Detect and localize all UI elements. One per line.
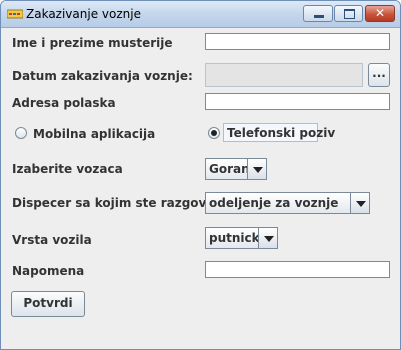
vozilo-dropdown-arrow[interactable] <box>258 227 278 249</box>
napomena-field[interactable] <box>205 261 390 278</box>
vozilo-select[interactable]: putnicki <box>205 227 278 249</box>
dispecer-label: Dispecer sa kojim ste razgovarali <box>12 196 237 210</box>
vozac-label: Izaberite vozaca <box>12 162 123 176</box>
vozac-dropdown-arrow[interactable] <box>247 158 267 180</box>
datum-label: Datum zakazivanja voznje: <box>12 69 193 83</box>
maximize-icon <box>344 9 355 19</box>
maximize-button[interactable] <box>334 5 363 22</box>
chevron-down-icon <box>253 167 263 173</box>
vozilo-label: Vrsta vozila <box>12 233 92 247</box>
minimize-button[interactable] <box>303 5 333 22</box>
napomena-label: Napomena <box>12 264 85 278</box>
vozac-select[interactable]: Goran <box>205 158 267 180</box>
vozac-select-value: Goran <box>209 162 250 176</box>
close-icon: ✕ <box>374 6 386 20</box>
title-bar[interactable]: Zakazivanje voznje ✕ <box>1 1 400 28</box>
window-title: Zakazivanje voznje <box>26 7 141 21</box>
mobilna-radio-label[interactable]: Mobilna aplikacija <box>33 127 155 141</box>
chevron-down-icon <box>356 201 366 207</box>
telefon-radio[interactable] <box>208 127 220 139</box>
dispecer-select-value: odeljenje za voznje <box>209 196 339 210</box>
telefon-radio-label[interactable]: Telefonski poziv <box>227 126 335 140</box>
dispecer-select[interactable]: odeljenje za voznje <box>205 192 370 214</box>
form-panel: Ime i prezime musterije Datum zakazivanj… <box>1 28 400 349</box>
potvrdi-button[interactable]: Potvrdi <box>11 291 85 317</box>
ime-label: Ime i prezime musterije <box>12 36 173 50</box>
mobilna-radio[interactable] <box>15 127 27 139</box>
vozilo-select-value: putnicki <box>209 231 264 245</box>
java-app-icon <box>7 9 23 19</box>
close-button[interactable]: ✕ <box>365 5 395 22</box>
date-picker-button[interactable]: ... <box>368 63 390 87</box>
datum-field <box>205 63 363 87</box>
chevron-down-icon <box>264 236 274 242</box>
app-window: Zakazivanje voznje ✕ Ime i prezime muste… <box>0 0 401 350</box>
adresa-field[interactable] <box>205 93 390 110</box>
dispecer-dropdown-arrow[interactable] <box>350 192 370 214</box>
ime-field[interactable] <box>205 33 390 50</box>
adresa-label: Adresa polaska <box>12 96 116 110</box>
minimize-icon <box>314 15 324 18</box>
radio-selected-dot <box>211 130 217 136</box>
